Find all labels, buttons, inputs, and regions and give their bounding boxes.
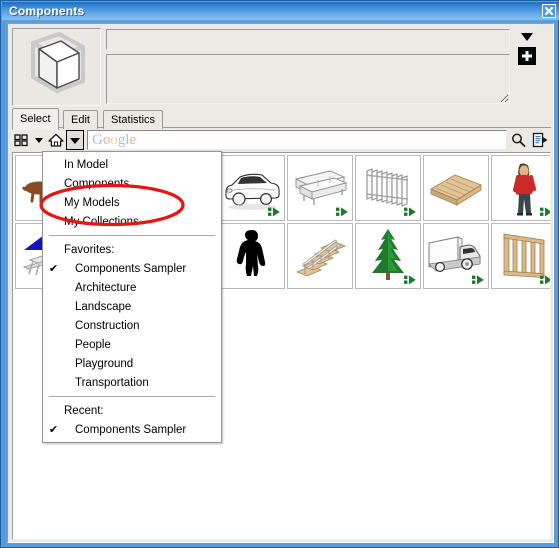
component-cell-fence[interactable] xyxy=(355,155,421,221)
menu-item-playground[interactable]: Playground xyxy=(43,354,221,373)
menu-item-label: Components Sampler xyxy=(75,423,187,436)
menu-item-label: People xyxy=(75,338,111,351)
close-button[interactable] xyxy=(542,4,556,18)
chevron-down-icon xyxy=(35,138,43,143)
tab-edit[interactable]: Edit xyxy=(63,110,98,129)
dynamic-component-badge xyxy=(336,207,348,217)
menu-item-construction[interactable]: Construction xyxy=(43,316,221,335)
search-button[interactable] xyxy=(507,130,529,150)
component-preview-thumbnail[interactable] xyxy=(12,28,101,106)
menu-item-label: Architecture xyxy=(75,281,137,294)
menu-item-label: Components Sampler xyxy=(75,262,187,275)
dynamic-component-badge xyxy=(268,207,280,217)
silhouette-woman-thumbnail xyxy=(236,230,266,276)
stairs-thumbnail xyxy=(295,239,347,277)
menu-item-components[interactable]: Components xyxy=(43,174,221,193)
window-title: Components xyxy=(9,4,85,18)
home-icon xyxy=(48,133,64,147)
details-button[interactable] xyxy=(529,130,551,150)
component-cell-box-truck[interactable] xyxy=(423,223,489,289)
menu-header-recent: Recent: xyxy=(43,401,221,420)
menu-item-label: Construction xyxy=(75,319,140,332)
truck-thumbnail xyxy=(428,236,481,272)
component-cell-car[interactable] xyxy=(219,155,285,221)
menu-item-architecture[interactable]: Architecture xyxy=(43,278,221,297)
view-options-dropdown[interactable] xyxy=(32,130,46,150)
title-bar[interactable]: Components xyxy=(2,2,559,20)
google-logo-letter: o xyxy=(110,131,118,148)
dynamic-component-badge xyxy=(540,207,550,217)
menu-item-recent-components-sampler[interactable]: ✔ Components Sampler xyxy=(43,420,221,439)
menu-item-landscape[interactable]: Landscape xyxy=(43,297,221,316)
google-logo-letter: e xyxy=(129,131,137,148)
menu-item-components-sampler[interactable]: ✔ Components Sampler xyxy=(43,259,221,278)
search-input[interactable] xyxy=(139,132,506,148)
preview-dropdown-button[interactable] xyxy=(518,28,536,46)
view-options-button[interactable] xyxy=(12,130,32,150)
sofa-thumbnail xyxy=(294,170,348,205)
dynamic-component-badge xyxy=(404,207,416,217)
tab-strip: Select Edit Statistics xyxy=(12,108,551,130)
tab-select[interactable]: Select xyxy=(12,108,59,130)
checkmark-icon: ✔ xyxy=(48,424,59,436)
tab-statistics[interactable]: Statistics xyxy=(103,110,164,129)
component-cell-pine-tree[interactable] xyxy=(355,223,421,289)
component-name-field[interactable] xyxy=(106,29,510,50)
component-preview-row xyxy=(12,28,551,106)
browser-toolbar: Google xyxy=(12,129,551,151)
google-logo-letter: G xyxy=(92,131,103,148)
component-cell-woman-red-jacket[interactable] xyxy=(491,155,550,221)
close-icon xyxy=(544,6,554,16)
menu-item-label: In Model xyxy=(64,158,109,171)
component-cell-stairs[interactable] xyxy=(287,223,353,289)
menu-item-in-model[interactable]: In Model xyxy=(43,155,221,174)
add-component-button[interactable] xyxy=(518,47,536,65)
chevron-down-icon xyxy=(70,137,80,144)
menu-item-label: Components xyxy=(64,177,130,190)
component-cell-silhouette-woman[interactable] xyxy=(219,223,285,289)
component-description-field[interactable] xyxy=(106,54,510,104)
checkmark-icon: ✔ xyxy=(48,263,59,275)
menu-header-favorites: Favorites: xyxy=(43,240,221,259)
menu-header-label: Favorites: xyxy=(64,243,115,256)
menu-item-transportation[interactable]: Transportation xyxy=(43,373,221,392)
triangle-down-icon xyxy=(521,33,533,41)
menu-item-my-collections[interactable]: My Collections xyxy=(43,212,221,231)
collections-dropdown-button[interactable] xyxy=(66,130,84,150)
components-dialog: Components Select Edit Statistics Google… xyxy=(0,0,559,548)
menu-item-label: Playground xyxy=(75,357,134,370)
menu-item-label: My Models xyxy=(64,196,120,209)
grid-view-icon xyxy=(14,134,28,147)
plus-icon xyxy=(522,51,532,61)
person-red-thumbnail xyxy=(513,163,536,216)
home-button[interactable] xyxy=(46,130,66,150)
component-cube-icon xyxy=(31,32,85,93)
menu-item-label: Landscape xyxy=(75,300,132,313)
search-bar[interactable]: Google xyxy=(87,130,507,150)
component-cell-wall-frame[interactable] xyxy=(491,223,550,289)
google-logo: Google xyxy=(92,131,137,148)
component-cell-deck-ramp[interactable] xyxy=(423,155,489,221)
dynamic-component-badge xyxy=(540,275,550,285)
menu-item-my-models[interactable]: My Models xyxy=(43,193,221,212)
menu-item-label: Transportation xyxy=(75,376,149,389)
deck-thumbnail xyxy=(429,174,483,206)
menu-separator xyxy=(49,235,215,236)
menu-item-people[interactable]: People xyxy=(43,335,221,354)
component-cell-sofa[interactable] xyxy=(287,155,353,221)
dynamic-component-badge xyxy=(404,275,416,285)
menu-item-label: My Collections xyxy=(64,215,139,228)
menu-header-label: Recent: xyxy=(64,404,104,417)
dynamic-component-badge xyxy=(472,275,484,285)
preview-side-buttons xyxy=(518,28,538,68)
magnifier-icon xyxy=(511,133,525,147)
details-panel-icon xyxy=(532,132,547,148)
collections-dropdown-menu[interactable]: In Model Components My Models My Collect… xyxy=(42,151,222,443)
menu-separator xyxy=(49,396,215,397)
